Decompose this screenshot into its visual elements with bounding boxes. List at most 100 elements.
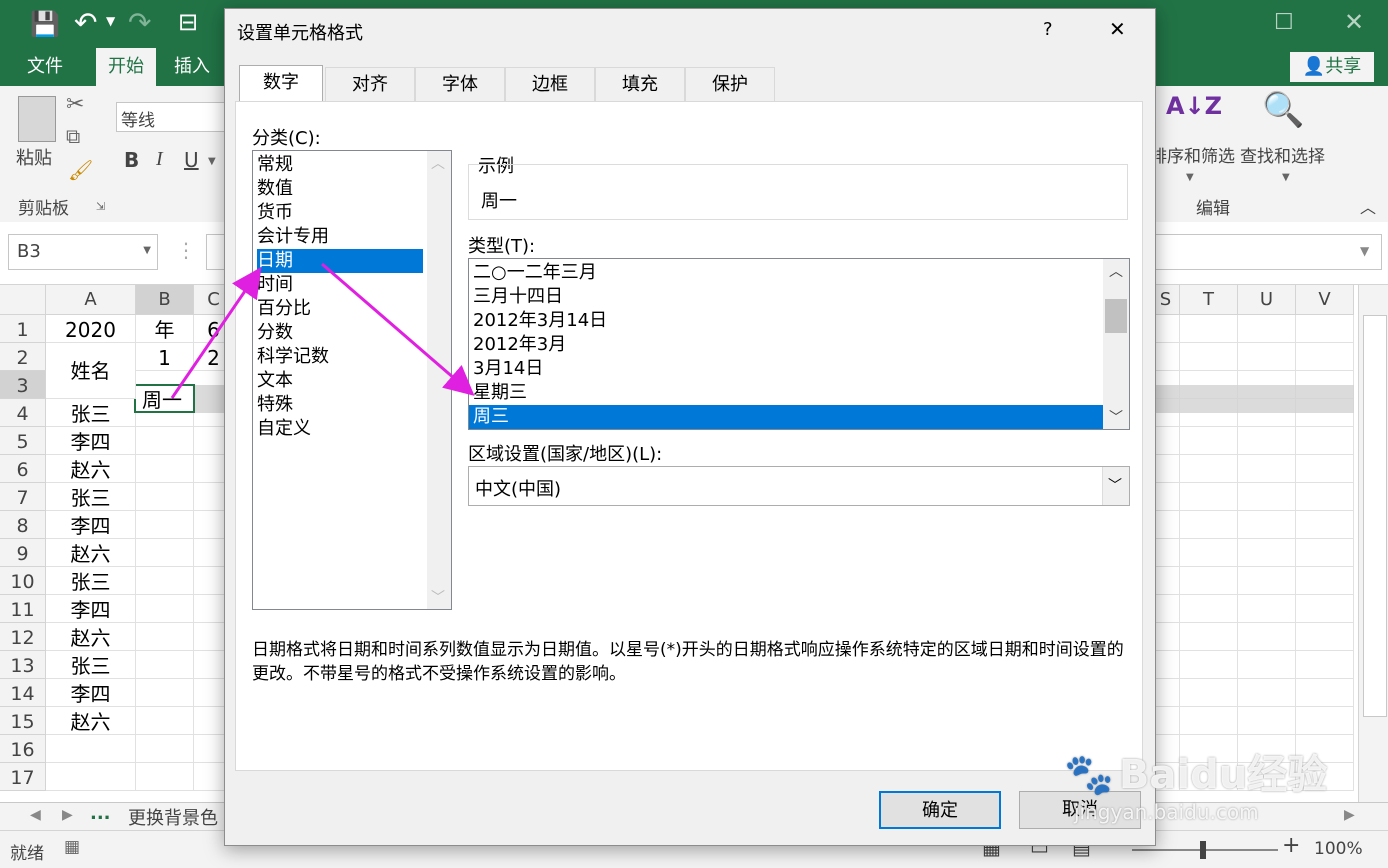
- category-item[interactable]: 科学记数: [257, 345, 423, 369]
- grid-cell[interactable]: [1152, 707, 1180, 735]
- grid-cell[interactable]: [1152, 595, 1180, 623]
- category-list[interactable]: 常规 数值 货币 会计专用 日期 时间 百分比 分数 科学记数 文本 特殊 自定义 ︿ ﹀: [252, 150, 452, 610]
- category-item[interactable]: 日期: [257, 249, 423, 273]
- category-item[interactable]: 特殊: [257, 393, 423, 417]
- type-scroll-thumb[interactable]: [1105, 299, 1127, 333]
- grid-cell[interactable]: [1296, 343, 1354, 371]
- grid-cell[interactable]: [136, 763, 194, 791]
- grid-cell[interactable]: [1296, 707, 1354, 735]
- grid-cell[interactable]: [1238, 679, 1296, 707]
- grid-cell[interactable]: [1238, 595, 1296, 623]
- type-scrollbar[interactable]: ︿ ﹀: [1103, 259, 1129, 429]
- locale-select[interactable]: 中文(中国) ﹀: [468, 466, 1130, 506]
- grid-cell[interactable]: [1152, 343, 1180, 371]
- zoom-level[interactable]: 100%: [1314, 839, 1363, 859]
- category-item[interactable]: 时间: [257, 273, 423, 297]
- grid-cell[interactable]: [1238, 343, 1296, 371]
- grid-cell[interactable]: [1152, 455, 1180, 483]
- grid-cell[interactable]: [46, 735, 136, 763]
- grid-cell[interactable]: [136, 735, 194, 763]
- tab-alignment[interactable]: 对齐: [325, 67, 415, 101]
- type-item[interactable]: 三月十四日: [469, 285, 1103, 309]
- grid-cell[interactable]: [1152, 483, 1180, 511]
- grid-cell[interactable]: [1180, 707, 1238, 735]
- prev-sheet-icon[interactable]: ◀: [30, 807, 41, 823]
- grid-cell[interactable]: [1296, 315, 1354, 343]
- row-header[interactable]: 10: [0, 567, 46, 595]
- grid-cell[interactable]: [136, 707, 194, 735]
- active-cell-b3[interactable]: 周一: [134, 384, 195, 413]
- paste-label[interactable]: 粘贴: [16, 144, 52, 170]
- grid-cell[interactable]: [1238, 455, 1296, 483]
- category-scrollbar[interactable]: ︿ ﹀: [427, 151, 451, 609]
- zoom-in-icon[interactable]: +: [1282, 833, 1300, 858]
- grid-cell[interactable]: [1296, 511, 1354, 539]
- grid-cell[interactable]: [1152, 539, 1180, 567]
- column-header-v[interactable]: V: [1296, 285, 1354, 315]
- save-icon[interactable]: 💾: [30, 10, 60, 38]
- row-header[interactable]: 6: [0, 455, 46, 483]
- grid-cell[interactable]: [1180, 511, 1238, 539]
- grid-cell[interactable]: [1296, 679, 1354, 707]
- tab-border[interactable]: 边框: [505, 67, 595, 101]
- grid-cell[interactable]: [136, 539, 194, 567]
- grid-cell[interactable]: [1152, 315, 1180, 343]
- grid-cell[interactable]: [1238, 483, 1296, 511]
- grid-cell[interactable]: [136, 455, 194, 483]
- grid-cell[interactable]: [46, 763, 136, 791]
- grid-cell[interactable]: 张三: [46, 399, 136, 427]
- row-header[interactable]: 2: [0, 343, 46, 371]
- maximize-icon[interactable]: ☐: [1274, 10, 1294, 35]
- type-scroll-up-icon[interactable]: ︿: [1109, 261, 1123, 281]
- grid-cell[interactable]: [1180, 651, 1238, 679]
- grid-cell[interactable]: [1238, 707, 1296, 735]
- dialog-launcher-icon[interactable]: ⇲: [96, 200, 105, 213]
- grid-cell[interactable]: [1238, 539, 1296, 567]
- tab-fill[interactable]: 填充: [595, 67, 685, 101]
- row-header[interactable]: 15: [0, 707, 46, 735]
- collapse-ribbon-icon[interactable]: ︿: [1360, 194, 1376, 218]
- dialog-help-button[interactable]: ?: [1043, 19, 1053, 40]
- column-header-b[interactable]: B: [136, 285, 194, 315]
- type-item[interactable]: 二○一二年三月: [469, 261, 1103, 285]
- grid-cell[interactable]: 赵六: [46, 539, 136, 567]
- dialog-close-icon[interactable]: ✕: [1109, 17, 1126, 41]
- copy-icon[interactable]: ⧉: [66, 124, 80, 148]
- category-scroll-down-icon[interactable]: ﹀: [431, 587, 445, 607]
- grid-cell[interactable]: 李四: [46, 679, 136, 707]
- category-item[interactable]: 文本: [257, 369, 423, 393]
- underline-button[interactable]: U: [184, 148, 199, 172]
- type-item[interactable]: 周三: [469, 405, 1103, 429]
- tab-file[interactable]: 文件: [14, 48, 76, 86]
- category-item[interactable]: 常规: [257, 153, 423, 177]
- redo-icon[interactable]: ↷: [128, 6, 151, 39]
- select-all-corner[interactable]: [0, 285, 46, 315]
- format-painter-icon[interactable]: 🖌: [68, 158, 93, 182]
- tab-font[interactable]: 字体: [415, 67, 505, 101]
- grid-cell[interactable]: [1296, 427, 1354, 455]
- grid-cell[interactable]: [1238, 427, 1296, 455]
- grid-cell[interactable]: [1238, 623, 1296, 651]
- column-header-t[interactable]: T: [1180, 285, 1238, 315]
- grid-cell[interactable]: 年: [136, 315, 194, 343]
- category-item[interactable]: 自定义: [257, 417, 423, 441]
- grid-cell[interactable]: 李四: [46, 427, 136, 455]
- grid-cell[interactable]: 赵六: [46, 455, 136, 483]
- expand-formula-icon[interactable]: ▼: [1360, 244, 1369, 258]
- category-item[interactable]: 百分比: [257, 297, 423, 321]
- row-header[interactable]: 3: [0, 371, 46, 399]
- grid-cell[interactable]: [1152, 511, 1180, 539]
- row-header[interactable]: 4: [0, 399, 46, 427]
- category-item[interactable]: 货币: [257, 201, 423, 225]
- row-header[interactable]: 8: [0, 511, 46, 539]
- grid-cell[interactable]: 李四: [46, 511, 136, 539]
- grid-cell[interactable]: [1238, 511, 1296, 539]
- grid-cell[interactable]: [136, 679, 194, 707]
- grid-cell[interactable]: 1: [136, 343, 194, 371]
- grid-cell[interactable]: [1238, 651, 1296, 679]
- name-box-dropdown-icon[interactable]: ▼: [143, 245, 151, 256]
- category-item[interactable]: 数值: [257, 177, 423, 201]
- sort-filter-icon[interactable]: A↓Z: [1166, 92, 1222, 120]
- grid-cell[interactable]: [1180, 483, 1238, 511]
- grid-cell[interactable]: 张三: [46, 483, 136, 511]
